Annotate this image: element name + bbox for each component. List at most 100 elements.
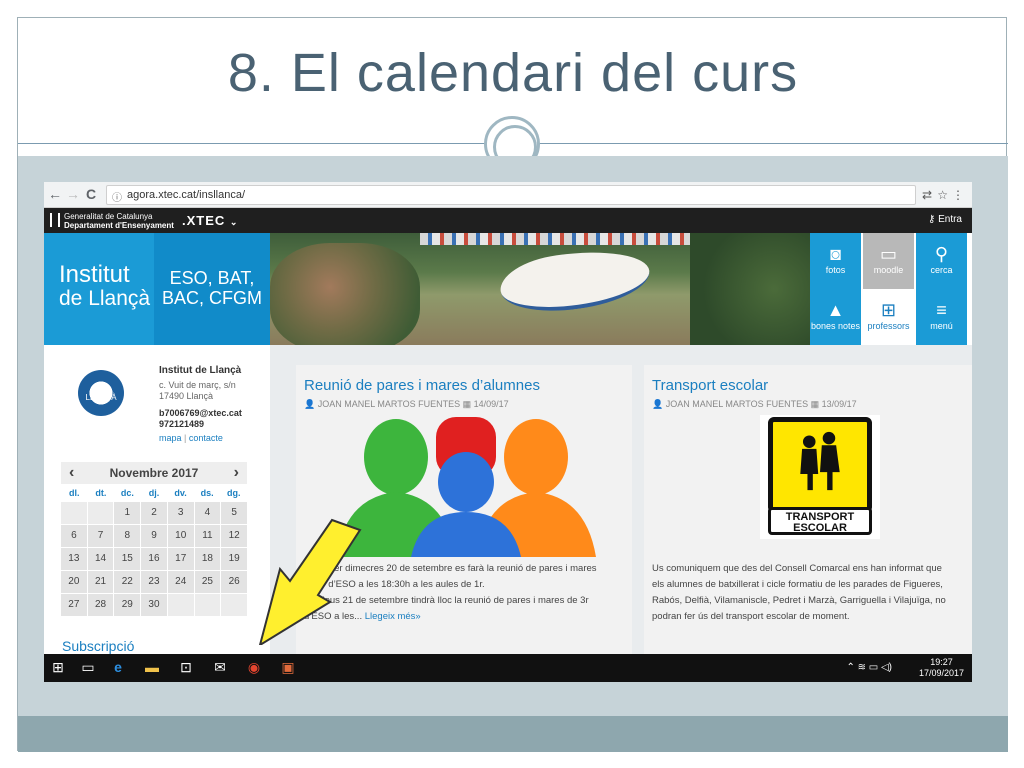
gencat-logo-icon [50,213,60,227]
task-view-icon[interactable]: ▭ [78,659,98,676]
tile-menu[interactable]: ≡ menú [916,289,967,345]
calendar-day[interactable]: 9 [141,525,167,547]
calendar-month: Novembre 2017 [109,466,199,480]
calendar-icon: ▦ [462,399,472,409]
chevron-down-icon: ⌄ [229,217,239,227]
back-button[interactable]: ← [46,186,64,202]
calendar-day[interactable]: 7 [87,525,114,547]
chrome-icon[interactable]: ◉ [244,659,264,676]
calendar-day[interactable]: 14 [87,548,114,570]
xtec-menu[interactable]: .XTEC ⌄ [182,213,238,228]
institute-title[interactable]: Institut de Llançà [44,233,154,345]
weekday-label: dl. [69,488,80,498]
tile-cerca[interactable]: ⚲ cerca [916,233,967,289]
calendar-day[interactable]: 13 [61,548,87,570]
calendar-day[interactable]: 10 [167,525,194,547]
calendar-day[interactable]: 27 [61,594,87,616]
calendar-grid: 1 2 3 4 5 6 7 8 9 10 11 12 13 14 15 16 17 18 19 20 21 22 23 24 2… [61,502,247,616]
quick-links: ◙ fotos ▭ moodle ⚲ cerca ▲ bones notes ⊞… [810,233,972,345]
calendar-day[interactable]: 20 [61,571,87,593]
tile-professors[interactable]: ⊞ professors [863,289,914,345]
forward-button[interactable]: → [64,186,82,202]
calendar-day[interactable]: 23 [141,571,167,593]
site-banner: Institut de Llançà ESO, BAT, BAC, CFGM ◙… [44,233,972,345]
school-email[interactable]: b7006769@xtec.cat [159,408,242,419]
calendar-day[interactable]: 16 [141,548,167,570]
powerpoint-icon[interactable]: ▣ [278,659,298,676]
url-text: agora.xtec.cat/insllanca/ [127,189,246,201]
sign-text: TRANSPORT ESCOLAR [768,507,872,535]
calendar-day[interactable]: 29 [114,594,141,616]
store-icon[interactable]: ⊡ [176,659,196,676]
school-address: c. Vuit de març, s/n 17490 Llançà [159,380,236,401]
calendar-day[interactable]: 28 [87,594,114,616]
tile-fotos[interactable]: ◙ fotos [810,233,861,289]
post-excerpt: Us comuniquem que des del Consell Comarc… [652,563,946,622]
school-logo[interactable]: INS LLANÇÀ [78,370,124,416]
calendar-next-button[interactable]: › [234,464,239,482]
browser-menu-icon[interactable]: ⋮ [952,188,964,202]
school-contact: b7006769@xtec.cat 972121489 [159,408,242,430]
footer-band [18,716,1008,752]
mail-icon[interactable]: ✉ [210,659,230,676]
clock[interactable]: 19:27 17/09/2017 [919,657,964,679]
search-icon: ⚲ [934,244,949,264]
school-phone: 972121489 [159,419,205,429]
info-icon[interactable]: ⓘ [112,189,122,204]
edge-icon[interactable]: e [108,659,128,675]
calendar-prev-button[interactable]: ‹ [69,464,74,482]
calendar-day[interactable]: 2 [141,502,167,524]
gencat-text[interactable]: Generalitat de Catalunya Departament d'E… [64,212,174,230]
shrub-right [690,233,810,345]
calendar-empty-cell [61,502,87,524]
calendar-day[interactable]: 21 [87,571,114,593]
tile-moodle[interactable]: ▭ moodle [863,233,914,289]
calendar-day[interactable]: 17 [167,548,194,570]
calendar-empty-cell [167,594,194,616]
contact-link[interactable]: contacte [189,433,223,443]
calendar-day[interactable]: 6 [61,525,87,547]
weekday-label: dt. [95,488,107,498]
system-tray-icons[interactable]: ⌃ ≋ ▭ ◁) [846,662,892,673]
calendar-day[interactable]: 8 [114,525,141,547]
login-link[interactable]: ⚷ Entra [928,214,962,225]
school-links: mapa | contacte [159,433,223,443]
weekday-label: dc. [120,488,134,498]
children-icon [800,431,840,491]
weekday-label: dv. [174,488,187,498]
address-bar[interactable]: ⓘ agora.xtec.cat/insllanca/ [106,185,916,205]
post-meta: 👤 JOAN MANEL MARTOS FUENTES ▦ 14/09/17 [304,399,509,409]
windows-start-icon[interactable]: ⊞ [48,659,68,676]
boat [496,242,654,320]
subscription-heading: Subscripció [62,638,135,654]
shrub-left [270,243,420,345]
windows-taskbar: ⊞ ▭ e ▬ ⊡ ✉ ◉ ▣ ⌃ ≋ ▭ ◁) 19:27 17/09/201… [44,654,972,682]
calendar-day[interactable]: 25 [194,571,221,593]
xtec-header: Generalitat de Catalunya Departament d'E… [44,208,972,233]
calendar-weekdays: dl. dt. dc. dj. dv. ds. dg. [61,488,247,498]
post-title[interactable]: Transport escolar [652,377,768,394]
calendar-day[interactable]: 18 [194,548,221,570]
browser-toolbar: ← → C ⓘ agora.xtec.cat/insllanca/ ⇄ ☆ ⋮ [44,182,972,208]
tile-bones-notes[interactable]: ▲ bones notes [810,289,861,345]
link-separator: | [184,433,187,443]
calendar-day[interactable]: 15 [114,548,141,570]
calendar-day[interactable]: 30 [141,594,167,616]
translate-icon[interactable]: ⇄ [922,188,932,202]
menu-icon: ≡ [936,300,947,320]
map-link[interactable]: mapa [159,433,182,443]
calendar-day[interactable]: 1 [114,502,141,524]
calendar-empty-cell [87,502,114,524]
post-title[interactable]: Reunió de pares i mares d’alumnes [304,377,540,394]
file-explorer-icon[interactable]: ▬ [142,659,162,675]
bookmark-star-icon[interactable]: ☆ [937,188,948,202]
calendar-day[interactable]: 4 [194,502,221,524]
calendar-day[interactable]: 11 [194,525,221,547]
reload-button[interactable]: C [82,186,100,202]
calendar-day[interactable]: 24 [167,571,194,593]
slide-title: 8. El calendari del curs [227,43,799,103]
calendar-header: ‹ Novembre 2017 › [61,462,247,484]
weekday-label: dj. [148,488,160,498]
calendar-day[interactable]: 22 [114,571,141,593]
calendar-day[interactable]: 3 [167,502,194,524]
